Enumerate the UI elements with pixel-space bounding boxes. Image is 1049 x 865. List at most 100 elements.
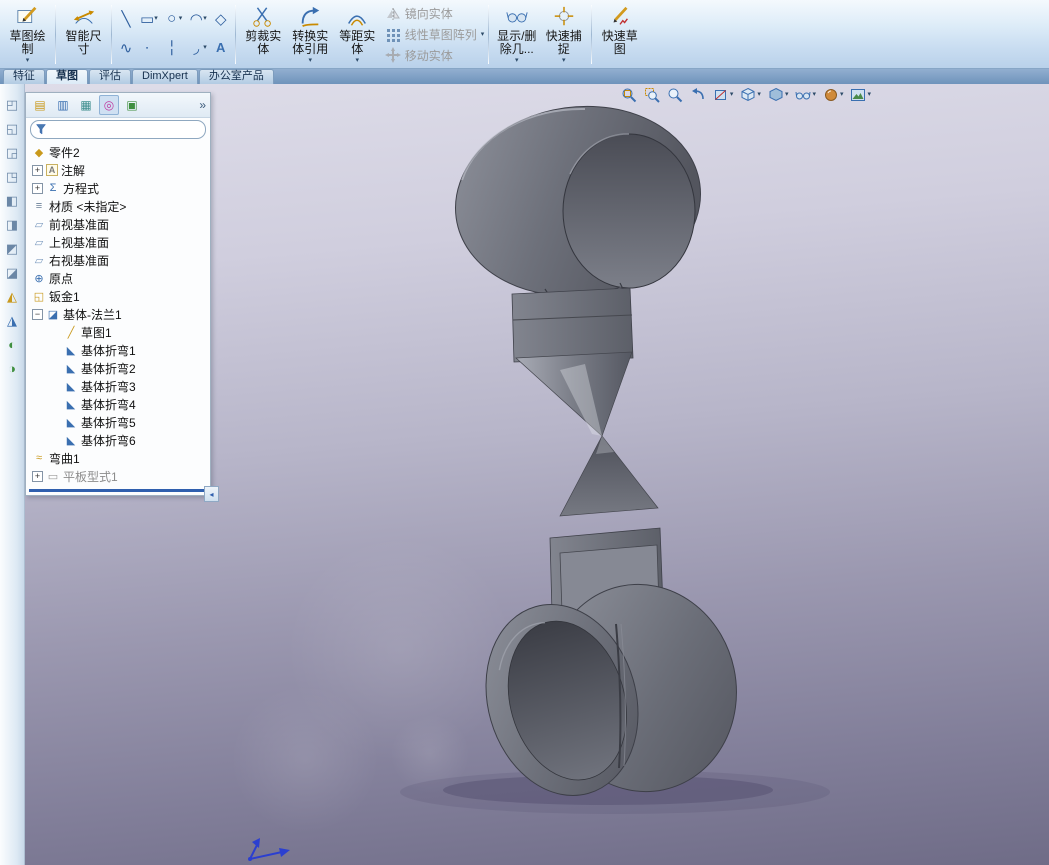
edit-appearance-button[interactable]: ▾ (823, 87, 843, 103)
tab-office-products[interactable]: 办公室产品 (198, 69, 274, 84)
offset-entities-button[interactable]: 等距实体 ▾ (334, 3, 381, 66)
quick-snaps-button[interactable]: 快速捕捉 ▾ (540, 3, 587, 66)
previous-view-button[interactable] (690, 87, 706, 103)
line-tool-button[interactable]: ╲ (117, 4, 135, 33)
move-entities-button[interactable]: 移动实体 (384, 46, 485, 64)
text-tool-button[interactable]: A (212, 33, 230, 62)
tree-item-flex[interactable]: ≈ 弯曲1 (26, 449, 210, 467)
feature-manager-tab-icon[interactable]: ▤ (30, 95, 50, 115)
convert-entities-button[interactable]: 转换实体引用 ▾ (287, 3, 334, 66)
panel-splitter-handle[interactable]: ◂ (204, 486, 219, 502)
dimxpert-manager-tab-icon[interactable]: ◎ (99, 95, 119, 115)
view-tool-icon[interactable]: ◨ (3, 216, 22, 233)
previous-view-icon (691, 87, 704, 99)
expander-icon[interactable]: − (32, 308, 43, 320)
tree-item-part[interactable]: ◆ 零件2 (26, 143, 210, 161)
smart-dimension-label: 智能尺寸 (65, 29, 102, 56)
sketch-draw-icon (16, 6, 36, 23)
bend-icon: ◣ (66, 380, 76, 393)
view-tool-icon[interactable]: ◱ (3, 120, 22, 137)
display-delete-relations-button[interactable]: 显示/删除几... ▾ (493, 3, 540, 66)
tab-sketch[interactable]: 草图 (46, 69, 88, 84)
view-tool-icon[interactable]: ◧ (3, 192, 22, 209)
smart-dimension-button[interactable]: 智能尺寸 (60, 3, 107, 58)
tree-item-bend6[interactable]: ◣ 基体折弯6 (26, 431, 210, 449)
display-manager-tab-icon[interactable]: ▣ (122, 95, 142, 115)
expander-icon[interactable]: + (32, 182, 43, 194)
chevron-down-icon: ▾ (203, 44, 207, 51)
zoom-to-fit-button[interactable] (621, 87, 637, 103)
linear-pattern-button[interactable]: 线性草图阵列 ▾ (385, 26, 484, 44)
view-tool-icon[interactable]: ◲ (3, 144, 22, 161)
tree-item-right-plane[interactable]: ▱ 右视基准面 (26, 251, 210, 269)
configuration-manager-tab-icon[interactable]: ▦ (76, 95, 96, 115)
tree-item-label: 基体折弯1 (81, 343, 136, 358)
tab-dimxpert[interactable]: DimXpert (132, 69, 198, 84)
view-orientation-button[interactable]: ▾ (740, 87, 761, 103)
sketch-entities-grid: ╲ ∿ ▭ ▾ ∙ ○ ▾ ╎ ◠ ▾ ◞ ▾ ◇ A (114, 2, 233, 67)
view-tool-icon[interactable]: ◪ (3, 264, 22, 281)
quick-snaps-label: 快速捕捉 (545, 29, 582, 56)
part-icon: ◆ (34, 146, 44, 159)
polygon-tool-button[interactable]: ◇ (212, 4, 230, 33)
rapid-sketch-button[interactable]: 快速草图 (596, 3, 643, 58)
expander-icon[interactable]: + (32, 164, 43, 176)
tree-item-sheet-metal[interactable]: ◱ 钣金1 (26, 287, 210, 305)
tree-item-sketch1[interactable]: ╱ 草图1 (26, 323, 210, 341)
library-tool-icon[interactable]: ◐ (3, 336, 22, 353)
edit-entities-group: 剪裁实体 转换实体引用 ▾ 等距实体 ▾ (238, 2, 383, 67)
centerline-tool-button[interactable]: ╎ (163, 33, 185, 62)
graphics-viewport[interactable]: ▾ ▾ ▾ ▾ ▾ ▾ ◰ ◱ ◲ ◳ ◧ ◨ ◩ ◪ ◭ ◮ ◐ ◑ ▤ ▥ … (0, 84, 1049, 865)
tree-item-label: 草图1 (81, 325, 112, 340)
tree-item-material[interactable]: ≡ 材质 <未指定> (26, 197, 210, 215)
tree-item-origin[interactable]: ⊕ 原点 (26, 269, 210, 287)
view-tool-icon[interactable]: ◩ (3, 240, 22, 257)
tree-item-annotations[interactable]: + A 注解 (26, 161, 210, 179)
panel-expand-chevron-icon[interactable]: » (199, 98, 206, 112)
tree-item-front-plane[interactable]: ▱ 前视基准面 (26, 215, 210, 233)
hide-show-items-button[interactable]: ▾ (795, 87, 816, 103)
view-tool-icon[interactable]: ◳ (3, 168, 22, 185)
arc-tool-button[interactable]: ◠ ▾ (187, 4, 209, 33)
point-tool-button[interactable]: ∙ (138, 33, 160, 62)
tree-item-bend4[interactable]: ◣ 基体折弯4 (26, 395, 210, 413)
spline-tool-button[interactable]: ∿ (117, 33, 135, 62)
rectangle-icon: ▭ (140, 10, 155, 28)
rollback-bar[interactable] (29, 489, 207, 492)
property-manager-tab-icon[interactable]: ▥ (53, 95, 73, 115)
sketch-tool-icon[interactable]: ◮ (3, 312, 22, 329)
display-style-button[interactable]: ▾ (768, 87, 788, 103)
view-tool-icon[interactable]: ◰ (3, 96, 22, 113)
tree-item-flat-pattern[interactable]: + ▭ 平板型式1 (26, 467, 210, 485)
move-entities-icon (384, 47, 401, 64)
tree-filter-input[interactable] (49, 122, 200, 137)
sketch-tool-icon[interactable]: ◭ (3, 288, 22, 305)
trim-entities-button[interactable]: 剪裁实体 (240, 3, 287, 58)
rectangle-tool-button[interactable]: ▭ ▾ (138, 4, 160, 33)
apply-scene-button[interactable]: ▾ (850, 87, 871, 103)
library-tool-icon[interactable]: ◑ (3, 360, 22, 377)
plane-icon: ▱ (34, 254, 44, 267)
circle-tool-button[interactable]: ○ ▾ (163, 4, 185, 33)
tab-evaluate[interactable]: 评估 (89, 69, 131, 84)
tree-item-bend5[interactable]: ◣ 基体折弯5 (26, 413, 210, 431)
section-view-button[interactable]: ▾ (713, 87, 733, 103)
fillet-tool-button[interactable]: ◞ ▾ (187, 33, 209, 62)
tree-item-top-plane[interactable]: ▱ 上视基准面 (26, 233, 210, 251)
magnified-selection-button[interactable] (667, 87, 683, 103)
tree-item-base-flange[interactable]: − ◪ 基体-法兰1 (26, 305, 210, 323)
tree-item-bend3[interactable]: ◣ 基体折弯3 (26, 377, 210, 395)
sketch-group: 草图绘制 ▾ (2, 2, 53, 67)
tab-features[interactable]: 特征 (3, 69, 45, 84)
smart-dimension-icon (73, 10, 94, 24)
tree-item-label: 平板型式1 (63, 469, 118, 484)
tree-item-equations[interactable]: + Σ 方程式 (26, 179, 210, 197)
sketch-draw-button[interactable]: 草图绘制 ▾ (4, 3, 51, 66)
quick-snaps-icon (554, 6, 573, 26)
zoom-to-area-button[interactable] (644, 87, 660, 103)
expander-icon[interactable]: + (32, 470, 43, 482)
chevron-down-icon: ▾ (154, 15, 158, 22)
mirror-entities-button[interactable]: 镜向实体 (385, 5, 485, 23)
tree-item-bend2[interactable]: ◣ 基体折弯2 (26, 359, 210, 377)
tree-item-bend1[interactable]: ◣ 基体折弯1 (26, 341, 210, 359)
